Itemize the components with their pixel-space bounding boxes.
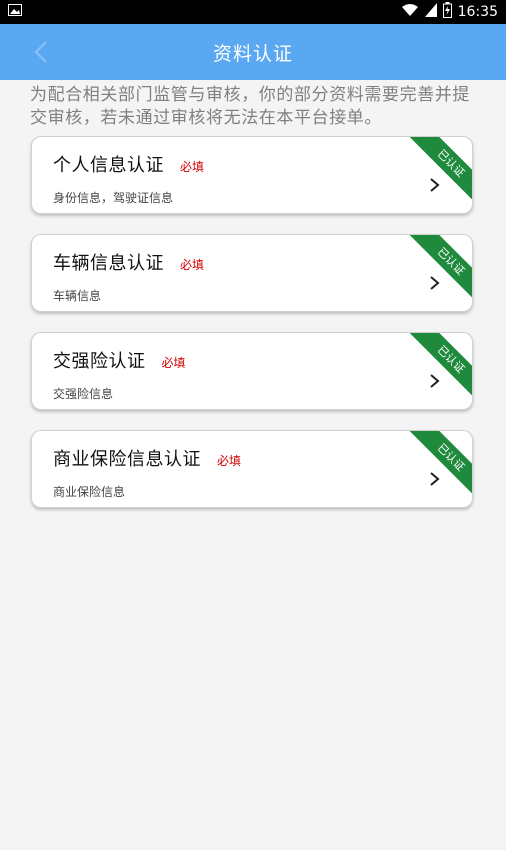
card-compulsory-insurance[interactable]: 交强险认证 必填 交强险信息 已认证 [31, 332, 473, 410]
card-subtitle: 商业保险信息 [53, 485, 126, 499]
page-title: 资料认证 [212, 42, 293, 65]
verified-ribbon: 已认证 [404, 333, 472, 406]
chevron-left-icon [34, 41, 47, 63]
image-notification-icon [8, 4, 22, 20]
header-bar: 资料认证 [0, 24, 506, 80]
required-tag: 必填 [161, 356, 186, 370]
card-title: 商业保险信息认证 [53, 449, 201, 470]
card-vehicle-info[interactable]: 车辆信息认证 必填 车辆信息 已认证 [31, 234, 473, 312]
card-title: 个人信息认证 [53, 155, 164, 176]
card-subtitle: 交强险信息 [53, 387, 114, 401]
required-tag: 必填 [180, 258, 205, 272]
card-title: 车辆信息认证 [53, 253, 164, 274]
signal-icon [424, 3, 437, 21]
status-bar: 16:35 [0, 0, 506, 24]
verified-ribbon: 已认证 [404, 431, 472, 504]
wifi-icon [401, 3, 419, 21]
required-tag: 必填 [180, 160, 205, 174]
card-subtitle: 车辆信息 [53, 289, 102, 303]
card-commercial-insurance[interactable]: 商业保险信息认证 必填 商业保险信息 已认证 [31, 430, 473, 508]
card-personal-info[interactable]: 个人信息认证 必填 身份信息，驾驶证信息 已认证 [31, 136, 473, 214]
verified-ribbon: 已认证 [404, 235, 472, 308]
required-tag: 必填 [217, 454, 242, 468]
cert-list: 个人信息认证 必填 身份信息，驾驶证信息 已认证 车辆信息认证 必填 车辆信息 … [0, 136, 506, 508]
status-time: 16:35 [457, 4, 498, 20]
card-title: 交强险认证 [53, 351, 146, 372]
back-button[interactable] [26, 37, 56, 67]
card-subtitle: 身份信息，驾驶证信息 [53, 191, 174, 205]
battery-icon [442, 2, 452, 22]
verified-ribbon: 已认证 [404, 137, 472, 210]
notice-text: 为配合相关部门监管与审核，你的部分资料需要完善并提交审核，若未通过审核将无法在本… [30, 85, 470, 128]
